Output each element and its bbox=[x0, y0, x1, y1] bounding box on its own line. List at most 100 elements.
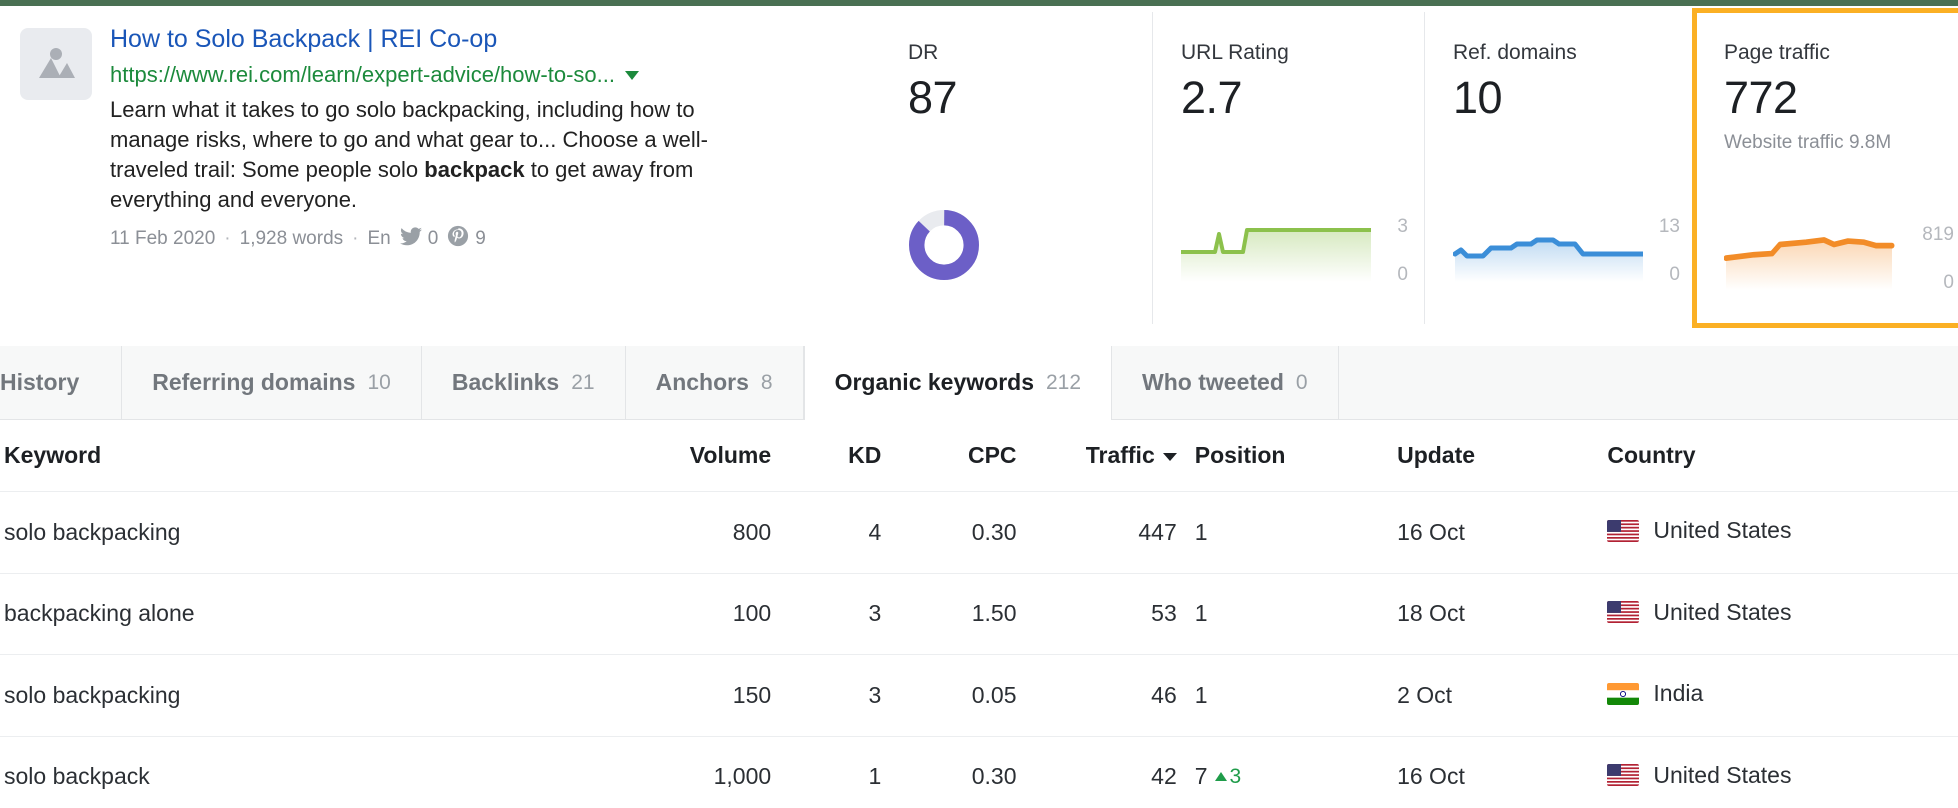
tab-label-organic-keywords: Organic keywords bbox=[835, 369, 1034, 396]
position-delta-up: 3 bbox=[1215, 765, 1242, 789]
meta-separator-2: · bbox=[352, 228, 358, 250]
metric-value-ref-domains: 10 bbox=[1453, 70, 1696, 126]
cell-position-value: 7 bbox=[1195, 763, 1208, 790]
tab-count-anchors: 8 bbox=[761, 371, 773, 395]
column-header-traffic-label: Traffic bbox=[1086, 442, 1155, 468]
table-row[interactable]: solo backpacking 150 3 0.05 46 1 2 Oct bbox=[0, 655, 1958, 737]
cell-traffic: 447 bbox=[1017, 492, 1177, 574]
cell-country-label: United States bbox=[1653, 599, 1791, 626]
cell-position: 1 bbox=[1177, 655, 1397, 737]
position-delta-value: 3 bbox=[1230, 765, 1242, 789]
cell-position-value: 1 bbox=[1195, 519, 1208, 546]
cell-update: 16 Oct bbox=[1397, 736, 1607, 808]
column-header-cpc[interactable]: CPC bbox=[881, 420, 1016, 492]
cell-keyword[interactable]: solo backpacking bbox=[0, 492, 641, 574]
tab-count-referring-domains: 10 bbox=[367, 371, 390, 395]
tab-label-referring-domains: Referring domains bbox=[152, 369, 355, 396]
axis-bottom-url-rating: 0 bbox=[1362, 264, 1408, 286]
table-row[interactable]: solo backpacking 800 4 0.30 447 1 16 Oct bbox=[0, 492, 1958, 574]
column-header-volume[interactable]: Volume bbox=[641, 420, 771, 492]
snippet-title-link[interactable]: How to Solo Backpack | REI Co-op bbox=[110, 24, 880, 55]
chevron-down-icon[interactable] bbox=[625, 71, 639, 80]
tab-count-backlinks: 21 bbox=[571, 371, 594, 395]
twitter-bird-icon bbox=[400, 227, 422, 252]
tab-history[interactable]: History bbox=[0, 346, 122, 419]
column-header-country[interactable]: Country bbox=[1607, 420, 1958, 492]
metric-card-page-traffic[interactable]: Page traffic 772 Website traffic 9.8M bbox=[1696, 12, 1958, 324]
axis-bottom-page-traffic: 0 bbox=[1884, 272, 1954, 294]
table-row[interactable]: backpacking alone 100 3 1.50 53 1 18 Oct bbox=[0, 573, 1958, 655]
cell-kd: 1 bbox=[771, 736, 881, 808]
cell-cpc: 0.30 bbox=[881, 736, 1016, 808]
metric-label-page-traffic: Page traffic bbox=[1724, 40, 1958, 66]
tab-organic-keywords[interactable]: Organic keywords 212 bbox=[804, 346, 1112, 420]
metric-value-page-traffic: 772 bbox=[1724, 70, 1958, 126]
column-header-update[interactable]: Update bbox=[1397, 420, 1607, 492]
cell-volume: 150 bbox=[641, 655, 771, 737]
cell-keyword[interactable]: solo backpack bbox=[0, 736, 641, 808]
metric-card-ref-domains[interactable]: Ref. domains 10 1 bbox=[1424, 12, 1696, 324]
meta-separator-1: · bbox=[224, 228, 230, 250]
column-header-keyword[interactable]: Keyword bbox=[0, 420, 641, 492]
cell-volume: 1,000 bbox=[641, 736, 771, 808]
tab-backlinks[interactable]: Backlinks 21 bbox=[422, 346, 626, 419]
metric-value-dr: 87 bbox=[908, 70, 1152, 126]
metric-value-url-rating: 2.7 bbox=[1181, 70, 1424, 126]
image-placeholder-icon bbox=[20, 28, 92, 100]
tab-referring-domains[interactable]: Referring domains 10 bbox=[122, 346, 422, 419]
cell-country-label: United States bbox=[1653, 762, 1791, 789]
cell-update: 16 Oct bbox=[1397, 492, 1607, 574]
cell-position: 7 3 bbox=[1177, 736, 1397, 808]
ref-domains-axis-labels: 13 0 bbox=[1634, 216, 1680, 286]
pinterest-icon bbox=[447, 225, 469, 253]
flag-us-icon bbox=[1607, 520, 1639, 542]
cell-traffic: 46 bbox=[1017, 655, 1177, 737]
tab-anchors[interactable]: Anchors 8 bbox=[626, 346, 804, 419]
tab-who-tweeted[interactable]: Who tweeted 0 bbox=[1112, 346, 1339, 419]
cell-kd: 3 bbox=[771, 573, 881, 655]
snippet-meta: 11 Feb 2020 · 1,928 words · En 0 bbox=[110, 225, 880, 253]
snippet-url[interactable]: https://www.rei.com/learn/expert-advice/… bbox=[110, 61, 615, 89]
cell-keyword[interactable]: solo backpacking bbox=[0, 655, 641, 737]
cell-country: United States bbox=[1607, 573, 1958, 655]
metric-sub-page-traffic: Website traffic 9.8M bbox=[1724, 130, 1958, 155]
column-header-traffic[interactable]: Traffic bbox=[1017, 420, 1177, 492]
cell-volume: 100 bbox=[641, 573, 771, 655]
cell-country-label: India bbox=[1653, 680, 1703, 707]
dr-donut-chart bbox=[908, 209, 980, 286]
column-header-position[interactable]: Position bbox=[1177, 420, 1397, 492]
cell-update: 2 Oct bbox=[1397, 655, 1607, 737]
cell-keyword[interactable]: backpacking alone bbox=[0, 573, 641, 655]
axis-bottom-ref-domains: 0 bbox=[1634, 264, 1680, 286]
metric-card-url-rating[interactable]: URL Rating 2.7 3 bbox=[1152, 12, 1424, 324]
cell-country: United States bbox=[1607, 736, 1958, 808]
cell-position: 1 bbox=[1177, 573, 1397, 655]
cell-position: 1 bbox=[1177, 492, 1397, 574]
snippet-description-highlight: backpack bbox=[424, 157, 524, 182]
tab-label-anchors: Anchors bbox=[656, 369, 749, 396]
ref-domains-sparkline bbox=[1453, 216, 1643, 282]
tab-count-who-tweeted: 0 bbox=[1296, 371, 1308, 395]
cell-country-label: United States bbox=[1653, 517, 1791, 544]
metric-cards: DR 87 URL Rating 2.7 bbox=[880, 12, 1958, 324]
cell-position-value: 1 bbox=[1195, 682, 1208, 709]
tab-label-backlinks: Backlinks bbox=[452, 369, 559, 396]
snippet-body: How to Solo Backpack | REI Co-op https:/… bbox=[110, 24, 880, 253]
metric-card-dr[interactable]: DR 87 bbox=[880, 12, 1152, 324]
section-tabs: History Referring domains 10 Backlinks 2… bbox=[0, 346, 1958, 420]
cell-update: 18 Oct bbox=[1397, 573, 1607, 655]
cell-traffic: 53 bbox=[1017, 573, 1177, 655]
snippet-date: 11 Feb 2020 bbox=[110, 228, 215, 250]
cell-country: United States bbox=[1607, 492, 1958, 574]
axis-top-ref-domains: 13 bbox=[1634, 216, 1680, 238]
organic-keywords-table: Keyword Volume KD CPC Traffic Position U… bbox=[0, 420, 1958, 808]
page-header: How to Solo Backpack | REI Co-op https:/… bbox=[0, 6, 1958, 318]
table-row[interactable]: solo backpack 1,000 1 0.30 42 7 3 bbox=[0, 736, 1958, 808]
snippet-url-row: https://www.rei.com/learn/expert-advice/… bbox=[110, 61, 880, 89]
url-rating-sparkline bbox=[1181, 216, 1371, 282]
pinterest-share-count: 9 bbox=[475, 228, 486, 250]
column-header-kd[interactable]: KD bbox=[771, 420, 881, 492]
metric-label-ref-domains: Ref. domains bbox=[1453, 40, 1696, 66]
url-rating-axis-labels: 3 0 bbox=[1362, 216, 1408, 286]
flag-us-icon bbox=[1607, 601, 1639, 623]
